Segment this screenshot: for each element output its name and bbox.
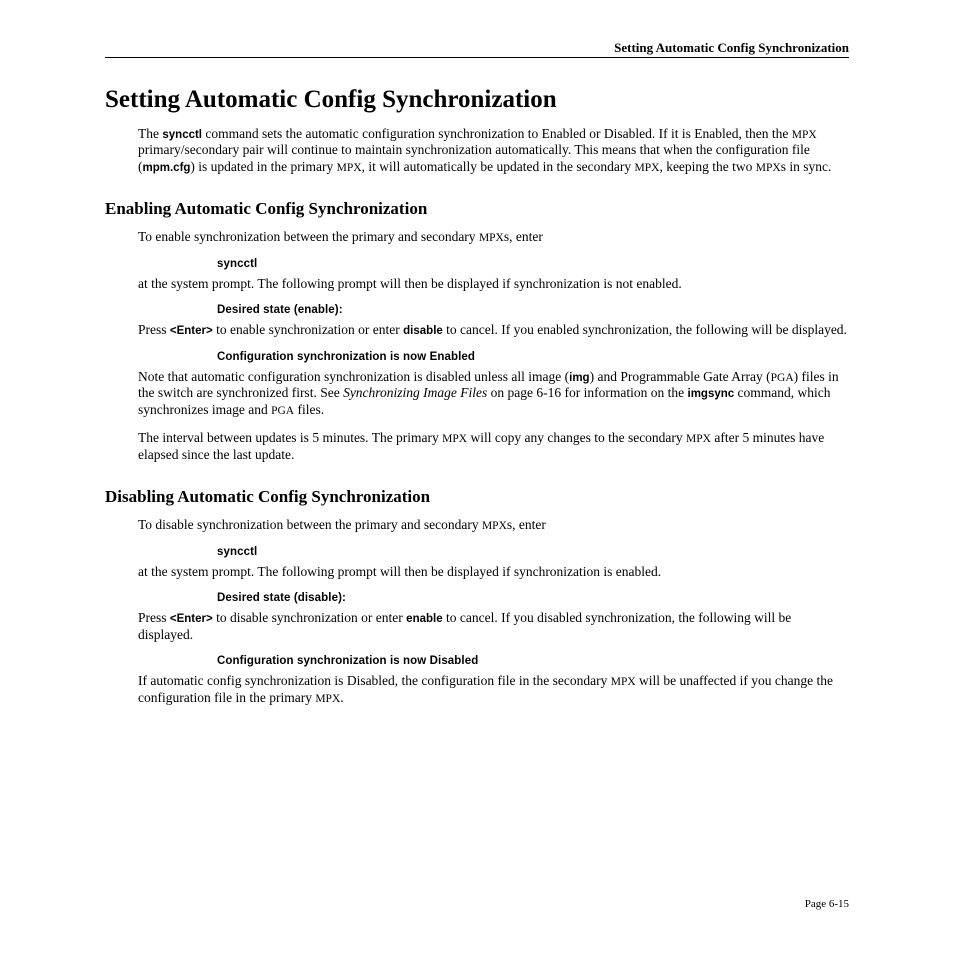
disable-p3: Press <Enter> to disable synchronization… [138,610,849,643]
enable-cmd2: Desired state (enable): [217,304,849,316]
section-disable-heading: Disabling Automatic Config Synchronizati… [105,487,849,507]
running-header: Setting Automatic Config Synchronization [105,40,849,58]
intro-paragraph: The syncctl command sets the automatic c… [138,126,849,175]
enable-cmd3: Configuration synchronization is now Ena… [217,351,849,363]
enable-p5: The interval between updates is 5 minute… [138,430,849,463]
disable-cmd2: Desired state (disable): [217,592,849,604]
enable-p1: To enable synchronization between the pr… [138,229,849,245]
page-title: Setting Automatic Config Synchronization [105,86,849,114]
disable-cmd1: syncctl [217,546,849,558]
enable-cmd1: syncctl [217,258,849,270]
enable-p3: Press <Enter> to enable synchronization … [138,322,849,338]
disable-p4: If automatic config synchronization is D… [138,673,849,706]
page-number: Page 6-15 [805,898,849,910]
section-enable-heading: Enabling Automatic Config Synchronizatio… [105,199,849,219]
enable-p2: at the system prompt. The following prom… [138,276,849,292]
enable-p4: Note that automatic configuration synchr… [138,369,849,418]
disable-p2: at the system prompt. The following prom… [138,564,849,580]
disable-cmd3: Configuration synchronization is now Dis… [217,655,849,667]
disable-p1: To disable synchronization between the p… [138,517,849,533]
